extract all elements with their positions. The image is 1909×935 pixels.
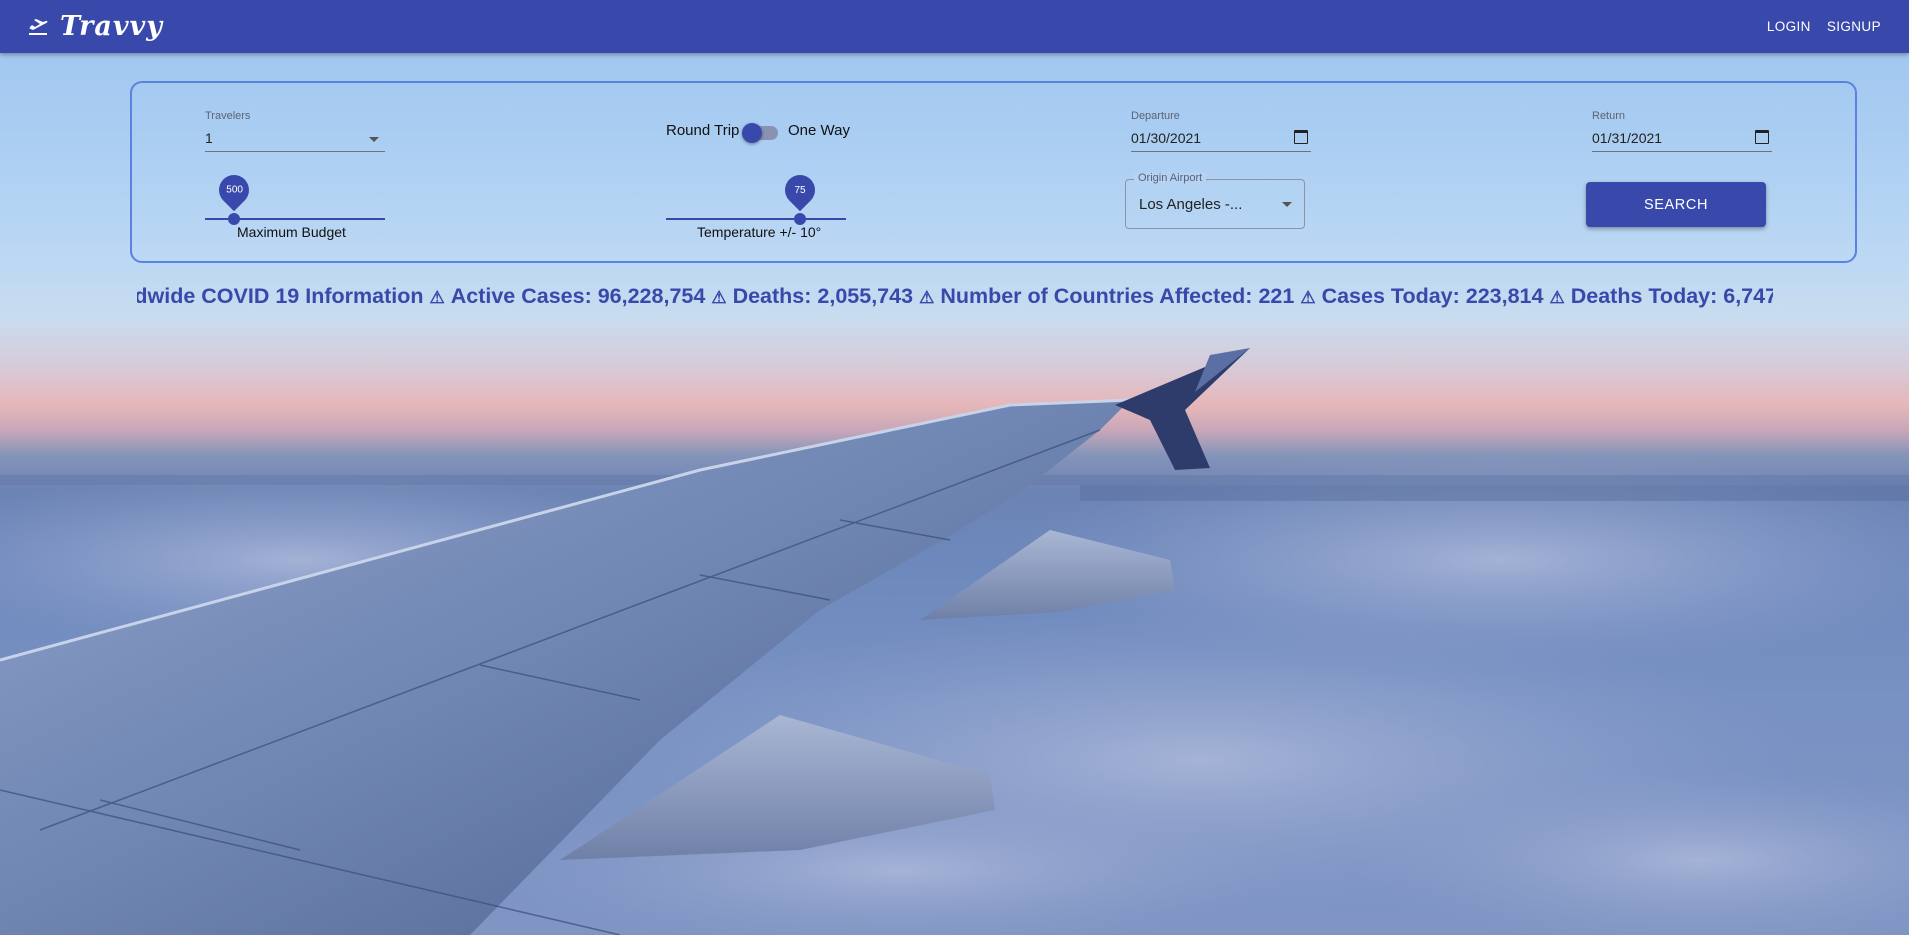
search-button[interactable]: SEARCH <box>1586 182 1766 227</box>
ticker-item: Deaths Today: 6,747 <box>1570 284 1773 308</box>
warning-icon: ⚠ <box>429 288 445 307</box>
travelers-value: 1 <box>205 130 213 146</box>
origin-airport-label: Origin Airport <box>1134 172 1207 184</box>
ticker-item: Number of Countries Affected: 221 <box>940 284 1295 308</box>
calendar-icon[interactable] <box>1294 130 1308 144</box>
warning-icon: ⚠ <box>919 288 935 307</box>
switch-thumb[interactable] <box>742 123 762 143</box>
ticker-item: Worldwide COVID 19 Information <box>137 284 424 308</box>
flight-search-card: Travelers 1 Round Trip One Way Departure… <box>130 81 1857 263</box>
login-link[interactable]: LOGIN <box>1767 19 1811 34</box>
return-label: Return <box>1592 110 1626 122</box>
ticker-item: Cases Today: 223,814 <box>1321 284 1544 308</box>
temperature-slider-track[interactable] <box>666 218 846 220</box>
temperature-caption: Temperature +/- 10° <box>697 224 822 240</box>
return-value: 01/31/2021 <box>1592 130 1663 146</box>
ticker-item: Deaths: 2,055,743 <box>732 284 914 308</box>
dropdown-caret-icon <box>369 137 379 142</box>
ticker-content: Worldwide COVID 19 Information ⚠ Active Ca… <box>137 284 1773 309</box>
origin-airport-value: Los Angeles -... <box>1139 196 1243 213</box>
brand-name: Travvy <box>60 11 163 42</box>
ticker-item: Active Cases: 96,228,754 <box>450 284 706 308</box>
warning-icon: ⚠ <box>1300 288 1316 307</box>
departure-label: Departure <box>1131 110 1180 122</box>
travelers-label: Travelers <box>205 110 251 122</box>
origin-airport-select[interactable]: Origin Airport Los Angeles -... <box>1125 172 1305 229</box>
departure-value: 01/30/2021 <box>1131 130 1202 146</box>
warning-icon: ⚠ <box>711 288 727 307</box>
budget-value: 500 <box>225 184 243 196</box>
budget-value-bubble: 500 <box>212 168 256 212</box>
covid-info-ticker: Worldwide COVID 19 Information ⚠ Active Ca… <box>137 280 1773 314</box>
dropdown-caret-icon <box>1282 202 1292 207</box>
round-trip-label: Round Trip <box>666 122 740 139</box>
one-way-label: One Way <box>788 122 850 139</box>
warning-icon: ⚠ <box>1549 288 1565 307</box>
temperature-value: 75 <box>794 184 806 196</box>
airplane-takeoff-icon <box>28 17 48 37</box>
calendar-icon[interactable] <box>1755 130 1769 144</box>
temperature-value-bubble: 75 <box>778 168 822 212</box>
app-bar: Travvy LOGIN SIGNUP <box>0 0 1909 53</box>
signup-link[interactable]: SIGNUP <box>1827 19 1881 34</box>
brand[interactable]: Travvy <box>28 11 163 42</box>
top-nav: LOGIN SIGNUP <box>1767 19 1881 34</box>
travelers-underline <box>205 151 385 152</box>
return-underline <box>1592 151 1772 152</box>
departure-underline <box>1131 151 1311 152</box>
budget-caption: Maximum Budget <box>237 224 346 240</box>
